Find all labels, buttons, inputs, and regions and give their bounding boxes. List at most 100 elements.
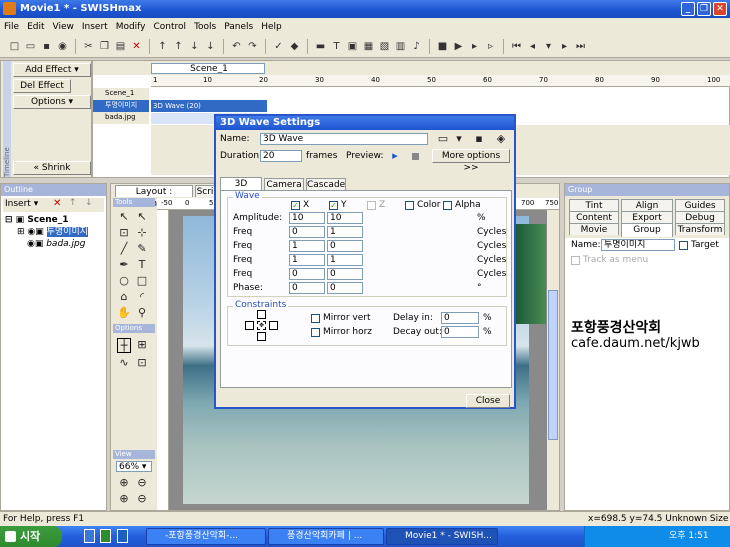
target-checkbox[interactable] bbox=[679, 241, 688, 250]
freq1-x-input[interactable]: 0 bbox=[289, 226, 325, 238]
zoom-out-icon[interactable]: ⊖ bbox=[135, 476, 149, 489]
close-icon[interactable]: ✕ bbox=[713, 2, 727, 16]
tab-align[interactable]: Align bbox=[621, 199, 673, 211]
zoom-tool-icon[interactable]: ⚲ bbox=[135, 306, 149, 319]
delete-icon[interactable]: ✕ bbox=[130, 40, 143, 53]
select-tool-icon[interactable]: ↖ bbox=[117, 210, 131, 223]
insert-sprite-icon[interactable]: ▥ bbox=[394, 40, 407, 53]
task-item-3[interactable]: Movie1 * - SWISH... bbox=[386, 528, 498, 545]
constraint-right-box[interactable] bbox=[269, 321, 278, 330]
play-effect-icon[interactable]: ▸ bbox=[468, 40, 481, 53]
zoom-in-icon[interactable]: ⊕ bbox=[117, 476, 131, 489]
quicklaunch-ie-icon[interactable] bbox=[84, 529, 95, 543]
cut-icon[interactable]: ✂ bbox=[82, 40, 95, 53]
delay-in-input[interactable]: 0 bbox=[441, 312, 479, 324]
menu-file[interactable]: File bbox=[4, 22, 19, 32]
freq4-y-input[interactable]: 0 bbox=[327, 268, 363, 280]
tab-export[interactable]: Export bbox=[621, 211, 673, 223]
outline-up-icon[interactable]: ↑ bbox=[69, 198, 77, 208]
dialog-name-input[interactable]: 3D Wave bbox=[260, 133, 428, 145]
freq1-y-input[interactable]: 1 bbox=[327, 226, 363, 238]
last-frame-icon[interactable]: ⏭ bbox=[574, 40, 587, 53]
outline-delete-icon[interactable]: ✕ bbox=[53, 198, 61, 209]
decay-out-input[interactable]: 0 bbox=[441, 326, 479, 338]
insert-image-icon[interactable]: ▣ bbox=[346, 40, 359, 53]
maximize-icon[interactable]: ❐ bbox=[697, 2, 711, 16]
outline-item-image[interactable]: ⊞ ◉▣ 투명이미지 bbox=[17, 227, 89, 238]
zoom-fit-icon[interactable]: ⊕ bbox=[117, 492, 131, 505]
tab-layout[interactable]: Layout : Scene_1 bbox=[115, 185, 193, 209]
mirror-horz-checkbox[interactable] bbox=[311, 328, 320, 337]
reshape-tool-icon[interactable]: ⊹ bbox=[135, 226, 149, 239]
play-icon[interactable]: ▶ bbox=[452, 40, 465, 53]
close-button[interactable]: Close bbox=[466, 394, 510, 408]
open-preset-icon[interactable]: ▭ bbox=[436, 132, 450, 145]
amplitude-x-input[interactable]: 10 bbox=[289, 212, 325, 224]
ellipse-tool-icon[interactable]: ○ bbox=[117, 274, 131, 287]
menu-tools[interactable]: Tools bbox=[194, 22, 216, 32]
add-effect-button[interactable]: Add Effect ▾ bbox=[13, 63, 91, 77]
clock[interactable]: 오후 1:51 bbox=[669, 529, 709, 544]
quicklaunch-media-icon[interactable] bbox=[100, 529, 111, 543]
mirror-vert-checkbox[interactable] bbox=[311, 314, 320, 323]
menu-control[interactable]: Control bbox=[154, 22, 187, 32]
y-checkbox[interactable]: ✓ bbox=[329, 201, 338, 210]
layout-vertical-scrollbar[interactable] bbox=[547, 210, 559, 510]
transform-tool-icon[interactable]: ⊡ bbox=[117, 226, 131, 239]
tab-script[interactable]: Scri bbox=[195, 185, 215, 197]
freq2-x-input[interactable]: 1 bbox=[289, 240, 325, 252]
preview-stop-icon[interactable] bbox=[412, 153, 419, 160]
tab-group[interactable]: Group bbox=[621, 223, 673, 237]
x-checkbox[interactable]: ✓ bbox=[291, 201, 300, 210]
tab-cascade[interactable]: Cascade bbox=[306, 178, 346, 190]
text-tool-icon[interactable]: T bbox=[135, 258, 149, 271]
undo-icon[interactable]: ↶ bbox=[230, 40, 243, 53]
effect-bar[interactable]: 3D Wave (20) bbox=[151, 100, 267, 112]
export-icon[interactable]: ✓ bbox=[272, 40, 285, 53]
insert-text-icon[interactable]: T bbox=[330, 40, 343, 53]
move-up-more-icon[interactable]: ↑ bbox=[172, 40, 185, 53]
insert-sound-icon[interactable]: ♪ bbox=[410, 40, 423, 53]
freq3-y-input[interactable]: 1 bbox=[327, 254, 363, 266]
insert-scene-icon[interactable]: ▬ bbox=[314, 40, 327, 53]
tab-tint[interactable]: Tint bbox=[569, 199, 619, 211]
outline-down-icon[interactable]: ↓ bbox=[85, 198, 93, 208]
alpha-checkbox[interactable] bbox=[443, 201, 452, 210]
find-icon[interactable]: ◉ bbox=[56, 40, 69, 53]
autoshape-tool-icon[interactable]: ⌂ bbox=[117, 290, 131, 303]
color-checkbox[interactable] bbox=[405, 201, 414, 210]
tab-camera[interactable]: Camera bbox=[264, 178, 304, 190]
start-button[interactable]: 시작 bbox=[0, 526, 62, 547]
move-down-more-icon[interactable]: ↓ bbox=[204, 40, 217, 53]
outline-insert-button[interactable]: Insert ▾ bbox=[5, 199, 38, 210]
more-options-button[interactable]: More options >> bbox=[432, 149, 510, 173]
zoom-selection-icon[interactable]: ⊖ bbox=[135, 492, 149, 505]
minimize-icon[interactable]: _ bbox=[681, 2, 695, 16]
line-tool-icon[interactable]: ╱ bbox=[117, 242, 131, 255]
stop-icon[interactable]: ■ bbox=[436, 40, 449, 53]
paste-icon[interactable]: ▤ bbox=[114, 40, 127, 53]
task-item-2[interactable]: 풍경산악회카페 | ... bbox=[268, 528, 384, 545]
move-down-icon[interactable]: ↓ bbox=[188, 40, 201, 53]
phase-x-input[interactable]: 0 bbox=[289, 282, 325, 294]
move-up-icon[interactable]: ↑ bbox=[156, 40, 169, 53]
freq4-x-input[interactable]: 0 bbox=[289, 268, 325, 280]
insert-button-icon[interactable]: ▧ bbox=[378, 40, 391, 53]
del-effect-button[interactable]: Del Effect bbox=[13, 79, 71, 93]
freq3-x-input[interactable]: 1 bbox=[289, 254, 325, 266]
next-frame-icon[interactable]: ▸ bbox=[558, 40, 571, 53]
open-icon[interactable]: ▭ bbox=[24, 40, 37, 53]
timeline-row-scene[interactable]: Scene_1 bbox=[93, 88, 149, 100]
curve-option-icon[interactable]: ∿ bbox=[117, 356, 131, 369]
rectangle-tool-icon[interactable]: □ bbox=[135, 274, 149, 287]
constraint-bottom-box[interactable] bbox=[257, 332, 266, 341]
layout-scroll-thumb[interactable] bbox=[548, 290, 558, 440]
tab-debug[interactable]: Debug bbox=[675, 211, 725, 223]
subselect-tool-icon[interactable]: ↖ bbox=[135, 210, 149, 223]
preset-dropdown-icon[interactable]: ▾ bbox=[454, 132, 464, 145]
quicklaunch-outlook-icon[interactable] bbox=[117, 529, 128, 543]
pencil-tool-icon[interactable]: ✎ bbox=[135, 242, 149, 255]
first-frame-icon[interactable]: ⏮ bbox=[510, 40, 523, 53]
group-name-input[interactable]: 투명이미지 bbox=[601, 239, 675, 251]
z-checkbox[interactable] bbox=[367, 201, 376, 210]
